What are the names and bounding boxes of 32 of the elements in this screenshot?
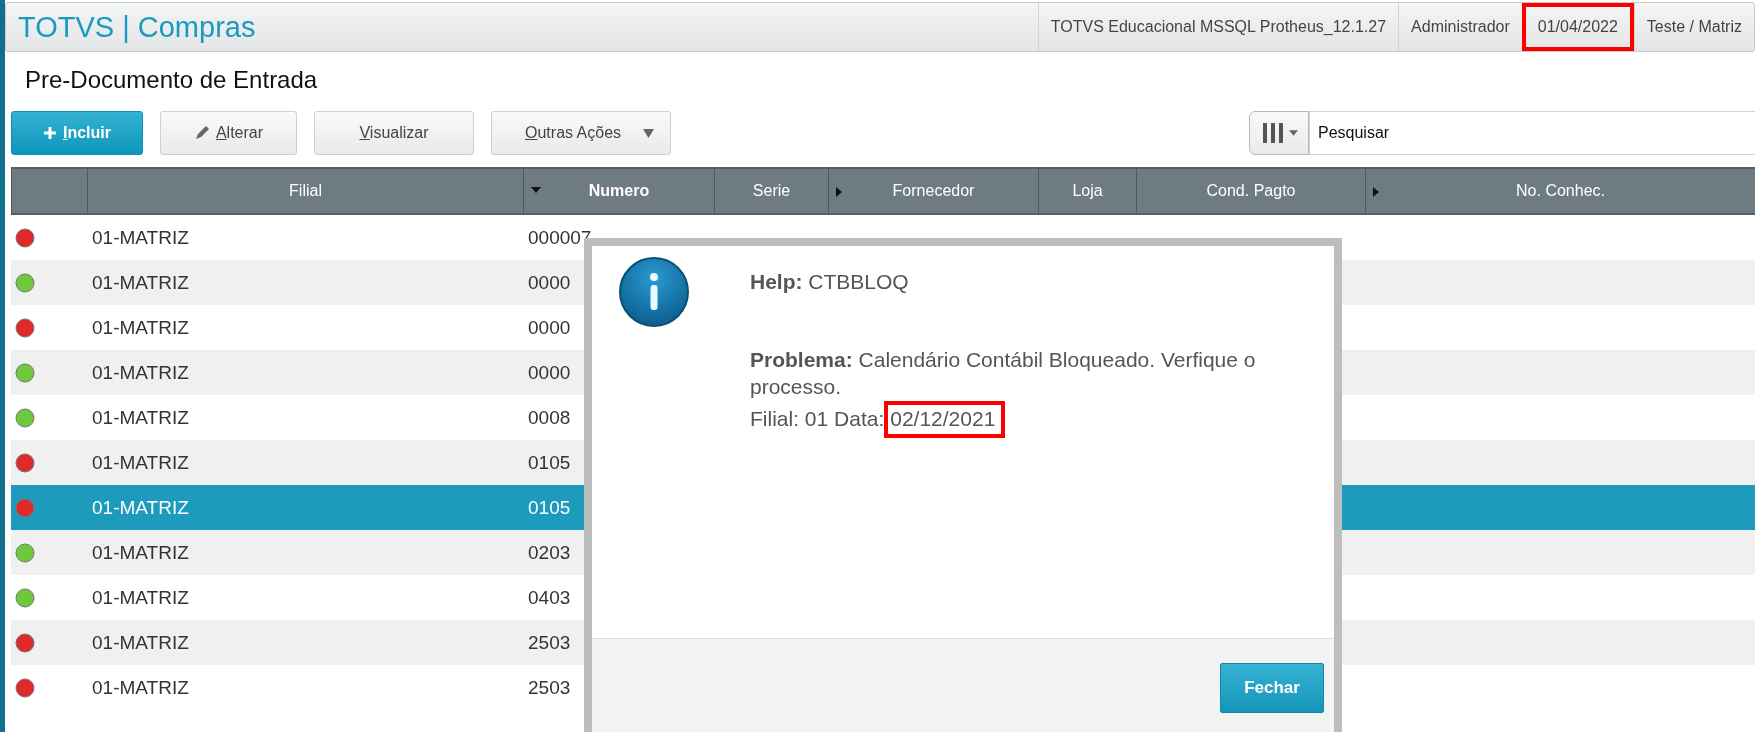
problem-message: Problema: Calendário Contábil Bloqueado. Verfique o processo. xyxy=(750,347,1257,401)
help-code: Help: CTBBLOQ xyxy=(750,270,910,294)
table-cell-text: 0000 xyxy=(528,360,571,385)
table-cell-text: 01-MATRIZ xyxy=(92,315,189,340)
detail-text: Filial: 01 Data: xyxy=(750,406,885,430)
table-cell-text: 01-MATRIZ xyxy=(92,630,189,655)
table-cell-text: 01-MATRIZ xyxy=(92,675,189,700)
table-cell-text: 2503 xyxy=(528,675,571,700)
table-cell-text: 0403 xyxy=(528,585,571,610)
table-cell-text: 01-MATRIZ xyxy=(92,450,189,475)
table-cell-text: 01-MATRIZ xyxy=(92,495,189,520)
date-text: 02/12/2021 xyxy=(884,400,1006,438)
table-cell-text: 01-MATRIZ xyxy=(92,360,189,385)
table-cell-text: 0203 xyxy=(528,540,571,565)
table-cell-text: 0008 xyxy=(528,405,571,430)
table-cell-text: 0105 xyxy=(528,450,571,475)
table-cell-text: 2503 xyxy=(528,630,571,655)
header-info: TOTVS Educacional MSSQL Protheus_12.1.27 xyxy=(1037,3,1399,51)
table-cell-text: 0105 xyxy=(528,495,571,520)
header-info: Administrador xyxy=(1398,3,1522,51)
table-cell-text: 000007 xyxy=(528,225,592,250)
header-info: Teste / Matriz xyxy=(1633,3,1754,51)
table-cell-text: 01-MATRIZ xyxy=(92,540,189,565)
table-cell-text: 0000 xyxy=(528,315,571,340)
page-title: Pre-Documento de Entrada xyxy=(24,65,319,95)
table-cell-text: 01-MATRIZ xyxy=(92,405,189,430)
header-info: 01/04/2022 xyxy=(1521,3,1634,51)
table-cell-text: 01-MATRIZ xyxy=(92,585,189,610)
table-cell-text: 01-MATRIZ xyxy=(92,225,189,250)
table-cell-text: 0000 xyxy=(528,270,571,295)
table-cell-text: 01-MATRIZ xyxy=(92,270,189,295)
app-title: TOTVS | Compras xyxy=(17,10,256,44)
